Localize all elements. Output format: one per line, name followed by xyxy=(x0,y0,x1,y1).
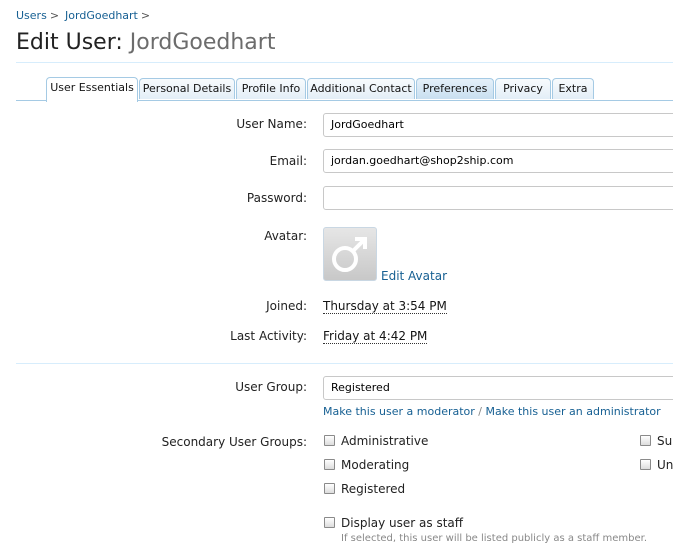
avatar[interactable] xyxy=(323,227,377,281)
moderating-checkbox[interactable] xyxy=(324,459,335,470)
breadcrumb: Users > JordGoedhart > xyxy=(16,9,156,22)
sup-checkbox[interactable] xyxy=(640,435,651,446)
email-label: Email: xyxy=(269,154,307,168)
last-activity-value: Friday at 4:42 PM xyxy=(323,329,428,344)
tab-profile-info[interactable]: Profile Info xyxy=(236,78,306,99)
registered-checkbox[interactable] xyxy=(324,483,335,494)
section-divider xyxy=(16,363,673,364)
joined-label: Joined: xyxy=(266,299,307,313)
tab-preferences[interactable]: Preferences xyxy=(416,78,494,99)
male-symbol-icon xyxy=(332,237,367,272)
breadcrumb-user-link[interactable]: JordGoedhart xyxy=(65,9,138,22)
secondary-groups-label: Secondary User Groups: xyxy=(161,435,307,449)
user-group-label: User Group: xyxy=(235,380,307,394)
moderating-checkbox-label: Moderating xyxy=(341,458,410,472)
password-input[interactable] xyxy=(323,186,673,210)
page-title: Edit User: JordGoedhart xyxy=(16,30,275,55)
tab-bar: User Essentials Personal Details Profile… xyxy=(16,77,673,102)
administrative-checkbox-label: Administrative xyxy=(341,434,429,448)
username-label: User Name: xyxy=(236,117,307,131)
page-title-username: JordGoedhart xyxy=(129,30,276,55)
tab-user-essentials[interactable]: User Essentials xyxy=(46,77,138,102)
un-checkbox[interactable] xyxy=(640,459,651,470)
registered-checkbox-label: Registered xyxy=(341,482,406,496)
email-input[interactable]: jordan.goedhart@shop2ship.com xyxy=(323,149,673,173)
username-input[interactable]: JordGoedhart xyxy=(323,113,673,137)
un-checkbox-label: Un xyxy=(657,458,673,472)
tab-privacy[interactable]: Privacy xyxy=(495,78,551,99)
breadcrumb-separator: > xyxy=(140,9,151,22)
links-divider: / xyxy=(478,405,483,418)
breadcrumb-users-link[interactable]: Users xyxy=(16,9,47,22)
edit-avatar-link[interactable]: Edit Avatar xyxy=(381,269,447,283)
make-admin-link[interactable]: Make this user an administrator xyxy=(486,405,661,418)
title-divider xyxy=(16,62,673,63)
user-group-links: Make this user a moderator / Make this u… xyxy=(323,405,661,418)
password-label: Password: xyxy=(246,191,307,205)
joined-value: Thursday at 3:54 PM xyxy=(323,299,447,314)
tab-additional-contact[interactable]: Additional Contact xyxy=(307,78,415,99)
display-staff-checkbox-label: Display user as staff xyxy=(341,516,464,530)
user-group-select[interactable]: Registered xyxy=(323,376,673,400)
tab-personal-details[interactable]: Personal Details xyxy=(139,78,235,99)
breadcrumb-separator: > xyxy=(49,9,60,22)
tab-extra[interactable]: Extra xyxy=(552,78,594,99)
display-staff-checkbox[interactable] xyxy=(324,517,335,528)
page-title-prefix: Edit User: xyxy=(16,30,123,55)
last-activity-label: Last Activity: xyxy=(230,329,307,343)
sup-checkbox-label: Sup xyxy=(657,434,673,448)
make-moderator-link[interactable]: Make this user a moderator xyxy=(323,405,475,418)
avatar-label: Avatar: xyxy=(264,229,307,243)
display-staff-hint: If selected, this user will be listed pu… xyxy=(341,533,647,544)
administrative-checkbox[interactable] xyxy=(324,435,335,446)
